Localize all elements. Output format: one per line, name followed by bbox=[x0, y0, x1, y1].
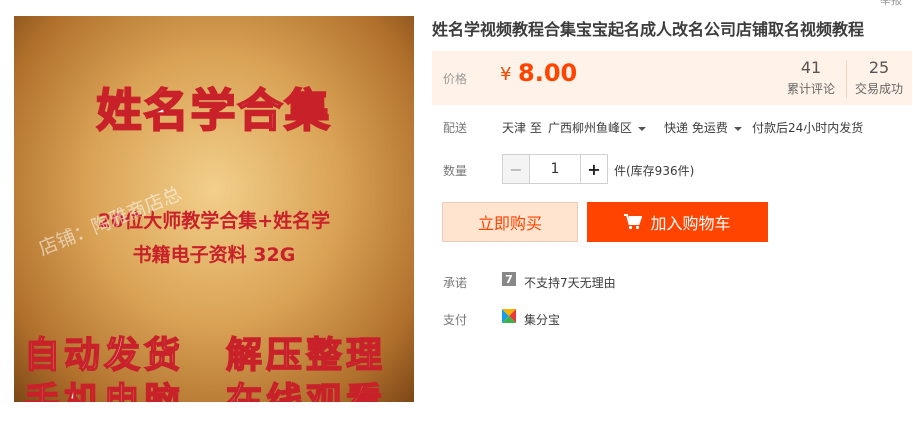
cart-icon bbox=[624, 214, 643, 230]
image-title: 姓名学合集 bbox=[95, 83, 332, 138]
image-text-online: 在线观看 bbox=[225, 380, 387, 402]
buy-now-button[interactable]: 立即购买 bbox=[442, 202, 578, 242]
promise-text: 不支持7天无理由 bbox=[524, 276, 616, 290]
shipping-from: 天津 至 bbox=[502, 121, 542, 135]
quantity-label: 数量 bbox=[443, 164, 468, 178]
reviews-count: 41 bbox=[800, 58, 822, 77]
add-to-cart-button[interactable]: 加入购物车 bbox=[587, 202, 768, 242]
shipping-destination: 广西柳州鱼峰区 bbox=[548, 121, 633, 135]
price-value: 8.00 bbox=[518, 59, 578, 87]
shipping-method-select[interactable]: 快递 免运费 bbox=[664, 119, 742, 136]
trades-stat: 25 交易成功 bbox=[846, 58, 912, 97]
payment-label: 支付 bbox=[443, 313, 468, 327]
shipping-destination-select[interactable]: 广西柳州鱼峰区 bbox=[548, 119, 647, 136]
quantity-increase-button[interactable]: + bbox=[580, 155, 607, 183]
shipping-method: 快递 免运费 bbox=[664, 121, 728, 135]
payment-text: 集分宝 bbox=[524, 313, 561, 327]
quantity-input[interactable] bbox=[530, 155, 580, 183]
shipping-note: 付款后24小时内发货 bbox=[752, 121, 864, 135]
chevron-down-icon bbox=[733, 126, 742, 131]
reviews-stat[interactable]: 41 累计评论 bbox=[778, 58, 844, 97]
promise-label: 承诺 bbox=[443, 276, 468, 290]
buy-now-label: 立即购买 bbox=[477, 214, 542, 233]
product-image[interactable]: 姓名学合集 20位大师教学合集+姓名学 书籍电子资料 32G 店铺：陶雅商店总 … bbox=[14, 16, 414, 402]
chevron-down-icon bbox=[638, 126, 647, 131]
image-text-phone-pc: 手机电脑 bbox=[23, 380, 185, 402]
add-to-cart-label: 加入购物车 bbox=[650, 214, 731, 233]
image-text-auto-delivery: 自动发货 bbox=[23, 334, 185, 377]
price-label: 价格 bbox=[443, 72, 468, 86]
stock-text: 件(库存936件) bbox=[614, 164, 695, 178]
jifenbao-icon bbox=[502, 309, 516, 323]
price-symbol: ¥ bbox=[500, 64, 512, 85]
report-link[interactable]: 举报 bbox=[880, 0, 902, 8]
seven-day-icon: 7 bbox=[502, 272, 516, 286]
product-title: 姓名学视频教程合集宝宝起名成人改名公司店铺取名视频教程 bbox=[432, 20, 865, 39]
trades-label: 交易成功 bbox=[854, 82, 903, 96]
image-text-unzip: 解压整理 bbox=[225, 334, 387, 377]
trades-count: 25 bbox=[868, 58, 890, 77]
quantity-stepper: − + bbox=[502, 154, 608, 184]
quantity-decrease-button[interactable]: − bbox=[503, 155, 530, 183]
reviews-label: 累计评论 bbox=[786, 82, 835, 96]
shipping-label: 配送 bbox=[443, 121, 468, 135]
